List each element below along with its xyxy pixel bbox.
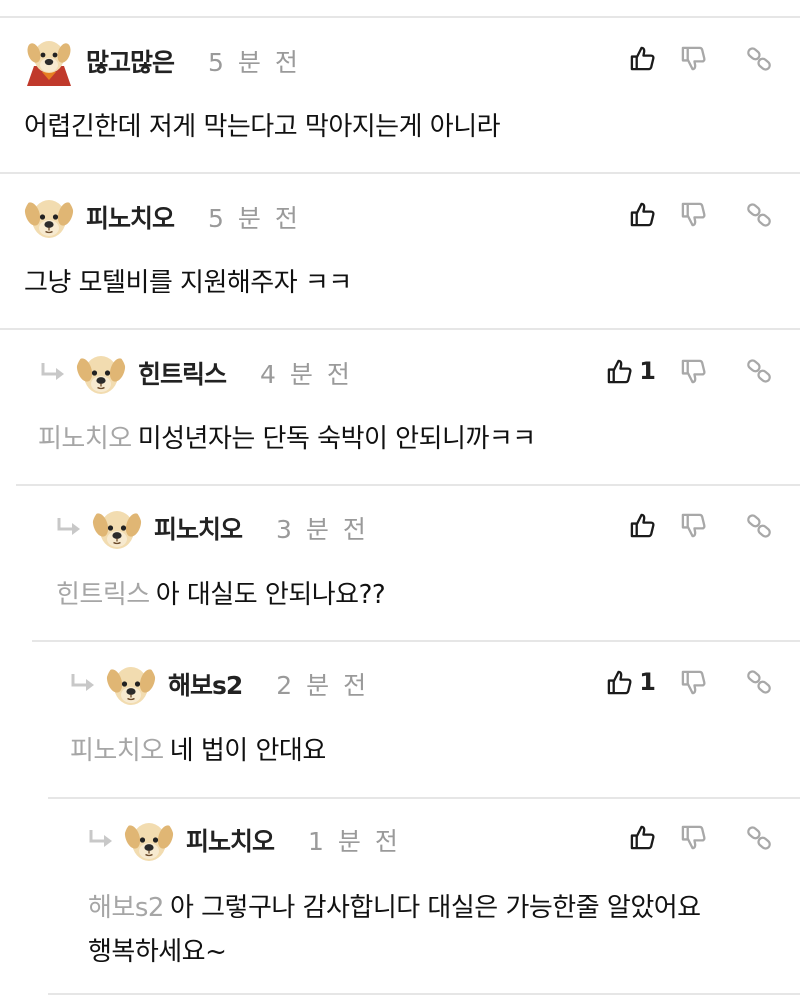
thumbs-up-icon bbox=[606, 669, 633, 696]
reply-arrow-icon bbox=[86, 828, 118, 852]
timestamp: 1 분 전 bbox=[308, 827, 401, 856]
avatar[interactable] bbox=[76, 348, 126, 398]
divider bbox=[16, 484, 800, 486]
link-icon bbox=[746, 825, 772, 851]
like-button[interactable] bbox=[600, 512, 656, 539]
like-button[interactable] bbox=[600, 824, 656, 851]
dislike-button[interactable] bbox=[668, 45, 718, 72]
thumbs-down-icon bbox=[680, 45, 707, 72]
author-name[interactable]: 피노치오 bbox=[86, 199, 175, 235]
like-button[interactable] bbox=[600, 45, 656, 72]
timestamp: 3 분 전 bbox=[276, 515, 369, 544]
comment-text-continued: 행복하세요~ bbox=[88, 937, 227, 967]
avatar[interactable] bbox=[24, 192, 74, 242]
author-name[interactable]: 많고많은 bbox=[86, 43, 175, 79]
like-button[interactable]: 1 bbox=[600, 668, 656, 696]
comment-text: 아 대실도 안되나요?? bbox=[155, 580, 386, 610]
thumbs-down-icon bbox=[680, 824, 707, 851]
link-icon bbox=[746, 669, 772, 695]
avatar[interactable] bbox=[124, 815, 174, 865]
avatar[interactable] bbox=[24, 36, 74, 86]
divider bbox=[32, 640, 800, 642]
like-button[interactable] bbox=[600, 201, 656, 228]
author-name[interactable]: 피노치오 bbox=[154, 510, 243, 546]
thumbs-down-icon bbox=[680, 358, 707, 385]
comment-text: 그냥 모텔비를 지원해주자 ㅋㅋ bbox=[24, 268, 352, 298]
thumbs-down-icon bbox=[680, 201, 707, 228]
mention-tag[interactable]: 피노치오 bbox=[38, 424, 132, 454]
share-link-button[interactable] bbox=[732, 358, 772, 384]
author-name[interactable]: 해보s2 bbox=[168, 666, 243, 702]
thumbs-up-icon bbox=[629, 201, 656, 228]
like-count: 1 bbox=[639, 668, 656, 696]
reply-arrow-icon bbox=[68, 672, 100, 696]
share-link-button[interactable] bbox=[732, 46, 772, 72]
mention-tag[interactable]: 해보s2 bbox=[88, 893, 164, 923]
thumbs-up-icon bbox=[629, 45, 656, 72]
thumbs-down-icon bbox=[680, 512, 707, 539]
divider bbox=[48, 993, 800, 995]
dislike-button[interactable] bbox=[668, 201, 718, 228]
divider bbox=[0, 16, 800, 18]
like-button[interactable]: 1 bbox=[600, 357, 656, 385]
share-link-button[interactable] bbox=[732, 202, 772, 228]
reply-arrow-icon bbox=[54, 516, 86, 540]
dislike-button[interactable] bbox=[668, 512, 718, 539]
comment-text: 미성년자는 단독 숙박이 안되니까ㅋㅋ bbox=[137, 424, 537, 454]
mention-tag[interactable]: 피노치오 bbox=[70, 736, 164, 766]
mention-tag[interactable]: 힌트릭스 bbox=[56, 580, 150, 610]
thumbs-up-icon bbox=[606, 358, 633, 385]
thumbs-up-icon bbox=[629, 824, 656, 851]
link-icon bbox=[746, 202, 772, 228]
reply-arrow-icon bbox=[38, 361, 70, 385]
thumbs-down-icon bbox=[680, 669, 707, 696]
link-icon bbox=[746, 513, 772, 539]
author-name[interactable]: 피노치오 bbox=[186, 822, 275, 858]
dislike-button[interactable] bbox=[668, 358, 718, 385]
author-name[interactable]: 힌트릭스 bbox=[138, 355, 227, 391]
divider bbox=[0, 172, 800, 174]
dislike-button[interactable] bbox=[668, 669, 718, 696]
share-link-button[interactable] bbox=[732, 825, 772, 851]
divider bbox=[0, 328, 800, 330]
timestamp: 5 분 전 bbox=[208, 204, 301, 233]
share-link-button[interactable] bbox=[732, 513, 772, 539]
comment-text: 네 법이 안대요 bbox=[169, 736, 327, 766]
avatar[interactable] bbox=[92, 503, 142, 553]
comment-text: 어렵긴한데 저게 막는다고 막아지는게 아니라 bbox=[24, 112, 501, 142]
timestamp: 2 분 전 bbox=[276, 671, 370, 700]
avatar[interactable] bbox=[106, 659, 156, 709]
share-link-button[interactable] bbox=[732, 669, 772, 695]
comment-text: 아 그렇구나 감사합니다 대실은 가능한줄 알았어요 bbox=[169, 893, 701, 923]
like-count: 1 bbox=[639, 357, 656, 385]
link-icon bbox=[746, 358, 772, 384]
thumbs-up-icon bbox=[629, 512, 656, 539]
link-icon bbox=[746, 46, 772, 72]
divider bbox=[48, 797, 800, 799]
timestamp: 4 분 전 bbox=[260, 360, 353, 389]
timestamp: 5 분 전 bbox=[208, 48, 301, 77]
dislike-button[interactable] bbox=[668, 824, 718, 851]
